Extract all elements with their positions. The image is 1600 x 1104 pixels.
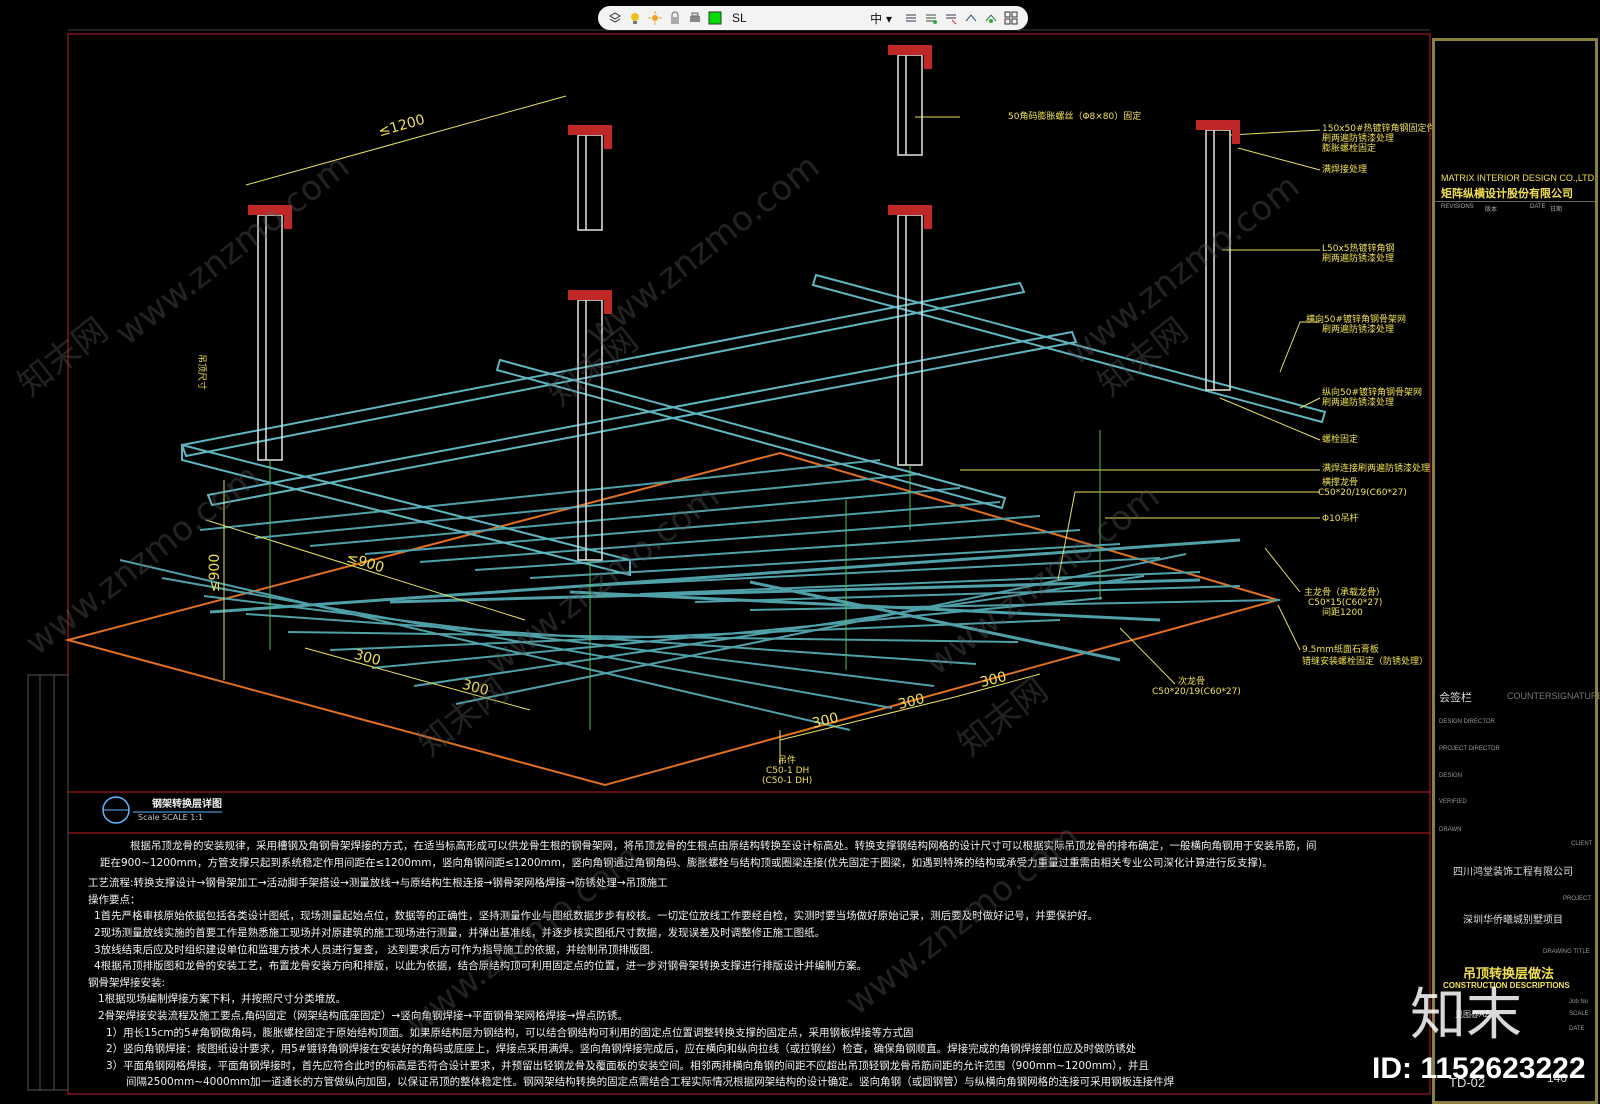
note-line: 3放线结束后应及时组织建设单位和监理方技术人员进行复查， 达到要求后方可作为指导…	[94, 943, 654, 956]
dim-900-vertical: ≤900	[207, 553, 224, 593]
label-hanger: 吊件	[778, 756, 797, 766]
fixing-plate-leg	[604, 127, 612, 149]
label-v-frame-2: 刷两遍防锈漆处理	[1322, 398, 1395, 408]
note-line: 操作要点：	[88, 893, 141, 906]
note-line: 1根据现场编制焊接方案下料，并按照尺寸分类堆放。	[98, 993, 347, 1006]
label-rod: Φ10吊杆	[1322, 514, 1359, 524]
drawing-title-label: DRAWING TITLE	[1543, 949, 1590, 955]
project-director: PROJECT DIRECTOR	[1439, 746, 1500, 752]
revisions-label: REVISIONS	[1441, 204, 1474, 210]
note-line: 2骨架焊接安装流程及施工要点,角码固定（网架结构底座固定）→竖向角钢焊接→平面钢…	[98, 1009, 628, 1022]
rev-version: 版本	[1485, 207, 1498, 213]
label-main-keel-2: C50*15(C60*27)	[1308, 598, 1383, 608]
layer-walk-icon[interactable]	[964, 11, 978, 25]
rev-date: 日期	[1550, 207, 1563, 213]
keel-bar	[254, 473, 921, 539]
label-vertical-dim: 吊顶尺寸	[196, 354, 206, 391]
fixing-plate-leg	[1232, 122, 1240, 144]
image-id-badge: ID: 1152623222	[1372, 1052, 1586, 1085]
company-en: MATRIX INTERIOR DESIGN CO.,LTD	[1441, 173, 1595, 183]
label-board-2: 错缝安装螺栓固定（防锈处理）	[1302, 657, 1429, 667]
vertical-angle	[577, 134, 603, 231]
label-sub-keel-2: C50*20/19(C60*27)	[1152, 687, 1241, 697]
label-angle: L50x5热镀锌角钢	[1322, 244, 1395, 254]
note-line: 间隔2500mm~4000mm加一道通长的方管做纵向加固，以保证吊顶的整体稳定性…	[126, 1076, 1175, 1089]
detail-title: 钢架转换层详图	[152, 799, 222, 810]
language-dropdown[interactable]: 中 ▾	[870, 10, 892, 27]
job-no-label: Job No	[1569, 999, 1589, 1005]
grid-icon[interactable]	[1004, 11, 1018, 25]
project-label: PROJECT	[1563, 896, 1592, 902]
fixing-plate-leg	[924, 207, 932, 229]
label-weld-joint: 满焊连接刷两遍防锈漆处理	[1322, 464, 1431, 474]
label-angle-2: 刷两遍防锈漆处理	[1322, 254, 1395, 264]
layer-match-icon[interactable]	[944, 11, 958, 25]
countersign-cn: 会签栏	[1439, 692, 1472, 704]
verified-label: VERIFIED	[1439, 799, 1467, 805]
label-bolt: 螺栓固定	[1322, 435, 1359, 445]
company-cn: 矩阵纵横设计股份有限公司	[1441, 188, 1573, 200]
layer-states-icon[interactable]	[924, 11, 938, 25]
note-line: 钢骨架焊接安装:	[88, 976, 166, 989]
layer-iso-icon[interactable]	[984, 11, 998, 25]
label-v-frame: 纵向50#镀锌角钢骨架网	[1322, 388, 1422, 398]
sun-icon[interactable]	[648, 11, 662, 25]
note-line: 距在900~1200mm，方管支撑只起到系统稳定作用间距在≤1200mm，竖向角…	[100, 856, 1273, 869]
countersign-en: COUNTERSIGNATURE	[1507, 691, 1600, 701]
rev-date-en: DATE	[1530, 204, 1546, 210]
label-hanger-3: (C50-1 DH)	[762, 776, 813, 786]
note-line: 根据吊顶龙骨的安装规律，采用槽钢及角钢骨架焊接的方式，在适当标高形成可以供龙骨生…	[130, 840, 1317, 852]
site-logo: 知末	[1410, 983, 1522, 1048]
print-icon[interactable]	[688, 11, 702, 25]
project-name: 深圳华侨曦城别墅项目	[1463, 915, 1563, 926]
label-h-frame: 横向50#镀锌角钢骨架网	[1306, 315, 1406, 325]
label-anchor-bolt: 50角码膨胀螺丝（Φ8×80）固定	[1008, 112, 1142, 122]
fixing-plates	[248, 45, 1240, 314]
note-line: 3）平面角钢网格焊接，平面角钢焊接时，首先应符合此时的标高是否符合设计要求，并预…	[106, 1059, 1149, 1072]
left-revision-grid	[27, 674, 69, 1091]
label-weld: 满焊接处理	[1322, 165, 1368, 175]
vertical-angle	[897, 54, 923, 156]
revisions-box: REVISIONS 版本 DATE 日期	[1435, 201, 1595, 502]
label-fixing-plate: 150x50#热镀锌角钢固定件	[1322, 124, 1436, 134]
design-label: DESIGN	[1439, 773, 1463, 779]
label-hanger-2: C50-1 DH	[766, 766, 810, 776]
construction-notes: 根据吊顶龙骨的安装规律，采用槽钢及角钢骨架焊接的方式，在适当标高形成可以供龙骨生…	[88, 838, 1428, 1091]
date-label: DATE	[1569, 1026, 1585, 1032]
layers-icon[interactable]	[608, 11, 622, 25]
drawn-label: DRAWN	[1439, 827, 1462, 833]
title-block: MATRIX INTERIOR DESIGN CO.,LTD 矩阵纵横设计股份有…	[1432, 38, 1600, 1104]
label-sub-keel: 次龙骨	[1178, 677, 1206, 687]
layer-toolbar: SL 中 ▾	[598, 6, 1028, 30]
bulb-icon[interactable]	[628, 11, 642, 25]
fixing-plate-leg	[924, 47, 932, 69]
label-board: 9.5mm纸面石膏板	[1302, 645, 1379, 655]
label-main-keel: 主龙骨（承载龙骨）	[1304, 588, 1386, 598]
scale-label: SCALE	[1569, 1011, 1589, 1017]
label-fixing-plate-2: 刷两遍防锈漆处理	[1322, 134, 1395, 144]
design-director: DESIGN DIRECTOR	[1439, 719, 1495, 725]
label-h-frame-2: 刷两遍防锈漆处理	[1322, 325, 1395, 335]
vertical-angle	[897, 214, 923, 466]
detail-scale: Scale SCALE 1:1	[138, 813, 204, 822]
note-line: 4根据吊顶排版图和龙骨的安装工艺，布置龙骨安装方向和排版，以此为依据，结合原结构…	[94, 960, 868, 973]
label-main-keel-3: 间距1200	[1322, 608, 1363, 618]
client-name: 四川鸿堂装饰工程有限公司	[1453, 867, 1573, 878]
note-line: 2）竖向角钢焊接：按图纸设计要求，用5#镀锌角钢焊接在安装好的角码或底座上，焊接…	[106, 1043, 1137, 1056]
color-swatch-icon[interactable]	[708, 11, 722, 25]
note-line: 1）用长15cm的5#角钢做角码，膨胀螺栓固定于原始结构顶面。如果原结构层为钢结…	[106, 1026, 914, 1039]
current-layer-name[interactable]: SL	[732, 11, 864, 25]
client-label: CLIENT	[1571, 841, 1593, 847]
label-keel-2: C50*20/19(C60*27)	[1318, 488, 1407, 498]
layer-props-icon[interactable]	[904, 11, 918, 25]
note-line: 1首先严格审核原始依据包括各类设计图纸，现场测量起始点位，数据等的正确性，坚持测…	[94, 910, 1099, 923]
label-fixing-plate-3: 膨胀螺栓固定	[1322, 144, 1377, 154]
note-line: 2现场测量放线实施的首要工作是熟悉施工现场并对原建筑的施工现场进行测量，并弹出基…	[94, 926, 826, 939]
label-keel: 横撑龙骨	[1322, 478, 1359, 488]
note-line: 工艺流程:转换支撑设计→钢骨架加工→活动脚手架搭设→测量放线→与原结构生根连接→…	[88, 877, 668, 890]
lock-icon[interactable]	[668, 11, 682, 25]
